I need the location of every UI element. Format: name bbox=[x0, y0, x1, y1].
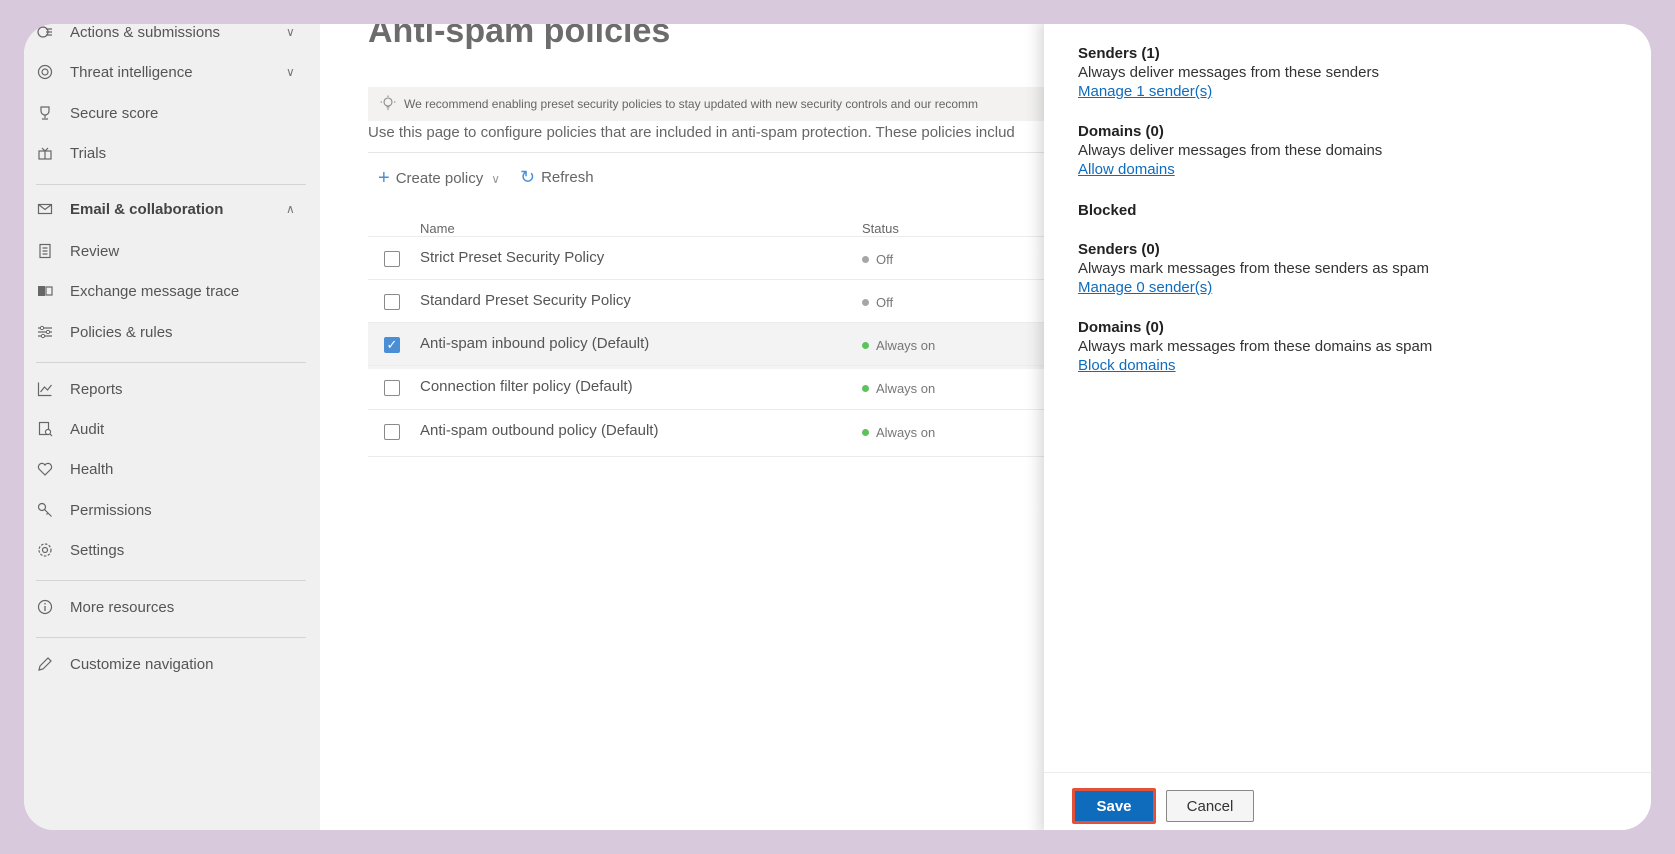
row-checkbox-checked[interactable]: ✓ bbox=[384, 337, 400, 353]
status-badge: Off bbox=[862, 295, 893, 310]
sidebar-divider bbox=[36, 184, 306, 185]
sidebar-item-customize-navigation[interactable]: Customize navigation bbox=[24, 648, 320, 680]
trophy-icon bbox=[36, 104, 54, 122]
status-dot bbox=[862, 256, 869, 263]
policy-name[interactable]: Anti-spam outbound policy (Default) bbox=[420, 422, 658, 439]
allow-block-flyout: Senders (1) Always deliver messages from… bbox=[1044, 24, 1651, 830]
sidebar-item-trials[interactable]: Trials bbox=[24, 137, 320, 169]
create-policy-button[interactable]: + Create policy ∨ bbox=[378, 167, 500, 190]
sidebar-item-review[interactable]: Review bbox=[24, 235, 320, 267]
status-dot bbox=[862, 429, 869, 436]
refresh-button[interactable]: ↻ Refresh bbox=[520, 167, 594, 188]
gift-icon bbox=[36, 144, 54, 162]
mail-icon bbox=[36, 200, 54, 218]
info-icon bbox=[36, 598, 54, 616]
blocked-senders-description: Always mark messages from these senders … bbox=[1078, 260, 1429, 277]
sidebar-item-permissions[interactable]: Permissions bbox=[24, 494, 320, 526]
sidebar-divider bbox=[36, 580, 306, 581]
footer-divider bbox=[1044, 772, 1651, 773]
row-checkbox[interactable] bbox=[384, 380, 400, 396]
sidebar-divider bbox=[36, 637, 306, 638]
status-badge: Always on bbox=[862, 338, 935, 353]
refresh-icon: ↻ bbox=[520, 167, 536, 187]
pencil-icon bbox=[36, 655, 54, 673]
table-row[interactable]: Connection filter policy (Default) Alway… bbox=[368, 365, 1048, 412]
audit-icon bbox=[36, 420, 54, 438]
row-checkbox[interactable] bbox=[384, 294, 400, 310]
table-row[interactable]: Standard Preset Security Policy Off bbox=[368, 279, 1048, 326]
gear-icon bbox=[36, 541, 54, 559]
blocked-heading: Blocked bbox=[1078, 202, 1137, 219]
recommendation-banner: We recommend enabling preset security po… bbox=[368, 87, 1058, 121]
cancel-button[interactable]: Cancel bbox=[1166, 790, 1254, 822]
sidebar-divider bbox=[36, 362, 306, 363]
allowed-senders-description: Always deliver messages from these sende… bbox=[1078, 64, 1379, 81]
chevron-up-icon: ∧ bbox=[286, 202, 295, 216]
banner-text: We recommend enabling preset security po… bbox=[404, 97, 979, 111]
sidebar-item-reports[interactable]: Reports bbox=[24, 373, 320, 405]
status-dot bbox=[862, 385, 869, 392]
sidebar-item-secure-score[interactable]: Secure score bbox=[24, 97, 320, 129]
sidebar-item-threat-intelligence[interactable]: Threat intelligence ∨ bbox=[24, 56, 320, 88]
status-badge: Off bbox=[862, 252, 893, 267]
table-row[interactable]: ✓ Anti-spam inbound policy (Default) Alw… bbox=[368, 322, 1048, 369]
heart-icon bbox=[36, 460, 54, 478]
review-icon bbox=[36, 242, 54, 260]
sidebar-item-health[interactable]: Health bbox=[24, 453, 320, 485]
policy-name[interactable]: Connection filter policy (Default) bbox=[420, 378, 633, 395]
save-button[interactable]: Save bbox=[1072, 788, 1156, 824]
app-window: Actions & submissions ∨ Threat intellige… bbox=[24, 24, 1651, 830]
row-checkbox[interactable] bbox=[384, 424, 400, 440]
allow-domains-link[interactable]: Allow domains bbox=[1078, 161, 1175, 178]
table-row[interactable]: Strict Preset Security Policy Off bbox=[368, 236, 1048, 283]
status-badge: Always on bbox=[862, 381, 935, 396]
sidebar-item-email-collaboration[interactable]: Email & collaboration ∧ bbox=[24, 193, 320, 225]
row-checkbox[interactable] bbox=[384, 251, 400, 267]
block-domains-link[interactable]: Block domains bbox=[1078, 357, 1176, 374]
page-title: Anti-spam policies bbox=[368, 24, 671, 50]
blocked-senders-title: Senders (0) bbox=[1078, 241, 1160, 258]
policy-name[interactable]: Strict Preset Security Policy bbox=[420, 249, 604, 266]
manage-allowed-senders-link[interactable]: Manage 1 sender(s) bbox=[1078, 83, 1212, 100]
sidebar-item-exchange-message-trace[interactable]: Exchange message trace bbox=[24, 275, 320, 307]
sliders-icon bbox=[36, 323, 54, 341]
allowed-domains-description: Always deliver messages from these domai… bbox=[1078, 142, 1383, 159]
chart-icon bbox=[36, 380, 54, 398]
status-dot bbox=[862, 342, 869, 349]
toolbar-divider bbox=[368, 152, 1048, 153]
threat-icon bbox=[36, 63, 54, 81]
sidebar-item-more-resources[interactable]: More resources bbox=[24, 591, 320, 623]
sidebar-item-actions-submissions[interactable]: Actions & submissions ∨ bbox=[24, 24, 320, 48]
table-row[interactable]: Anti-spam outbound policy (Default) Alwa… bbox=[368, 409, 1048, 457]
chevron-down-icon: ∨ bbox=[286, 25, 295, 39]
manage-blocked-senders-link[interactable]: Manage 0 sender(s) bbox=[1078, 279, 1212, 296]
sidebar-nav: Actions & submissions ∨ Threat intellige… bbox=[24, 24, 320, 830]
status-badge: Always on bbox=[862, 425, 935, 440]
chevron-down-icon: ∨ bbox=[286, 65, 295, 79]
policy-name[interactable]: Standard Preset Security Policy bbox=[420, 292, 631, 309]
blocked-domains-title: Domains (0) bbox=[1078, 319, 1164, 336]
actions-icon bbox=[36, 24, 54, 41]
sidebar-item-audit[interactable]: Audit bbox=[24, 413, 320, 445]
column-header-name[interactable]: Name bbox=[420, 221, 455, 236]
policy-name[interactable]: Anti-spam inbound policy (Default) bbox=[420, 335, 649, 352]
allowed-domains-title: Domains (0) bbox=[1078, 123, 1164, 140]
chevron-down-icon: ∨ bbox=[491, 171, 501, 186]
plus-icon: + bbox=[378, 167, 390, 189]
sidebar-item-settings[interactable]: Settings bbox=[24, 534, 320, 566]
sidebar-item-policies-rules[interactable]: Policies & rules bbox=[24, 316, 320, 348]
main-content: Anti-spam policies We recommend enabling… bbox=[320, 24, 1058, 830]
column-header-status[interactable]: Status bbox=[862, 221, 899, 236]
page-description: Use this page to configure policies that… bbox=[368, 124, 1015, 141]
allowed-senders-title: Senders (1) bbox=[1078, 45, 1160, 62]
exchange-icon bbox=[36, 282, 54, 300]
status-dot bbox=[862, 299, 869, 306]
blocked-domains-description: Always mark messages from these domains … bbox=[1078, 338, 1433, 355]
key-icon bbox=[36, 501, 54, 519]
lightbulb-icon bbox=[380, 95, 396, 114]
